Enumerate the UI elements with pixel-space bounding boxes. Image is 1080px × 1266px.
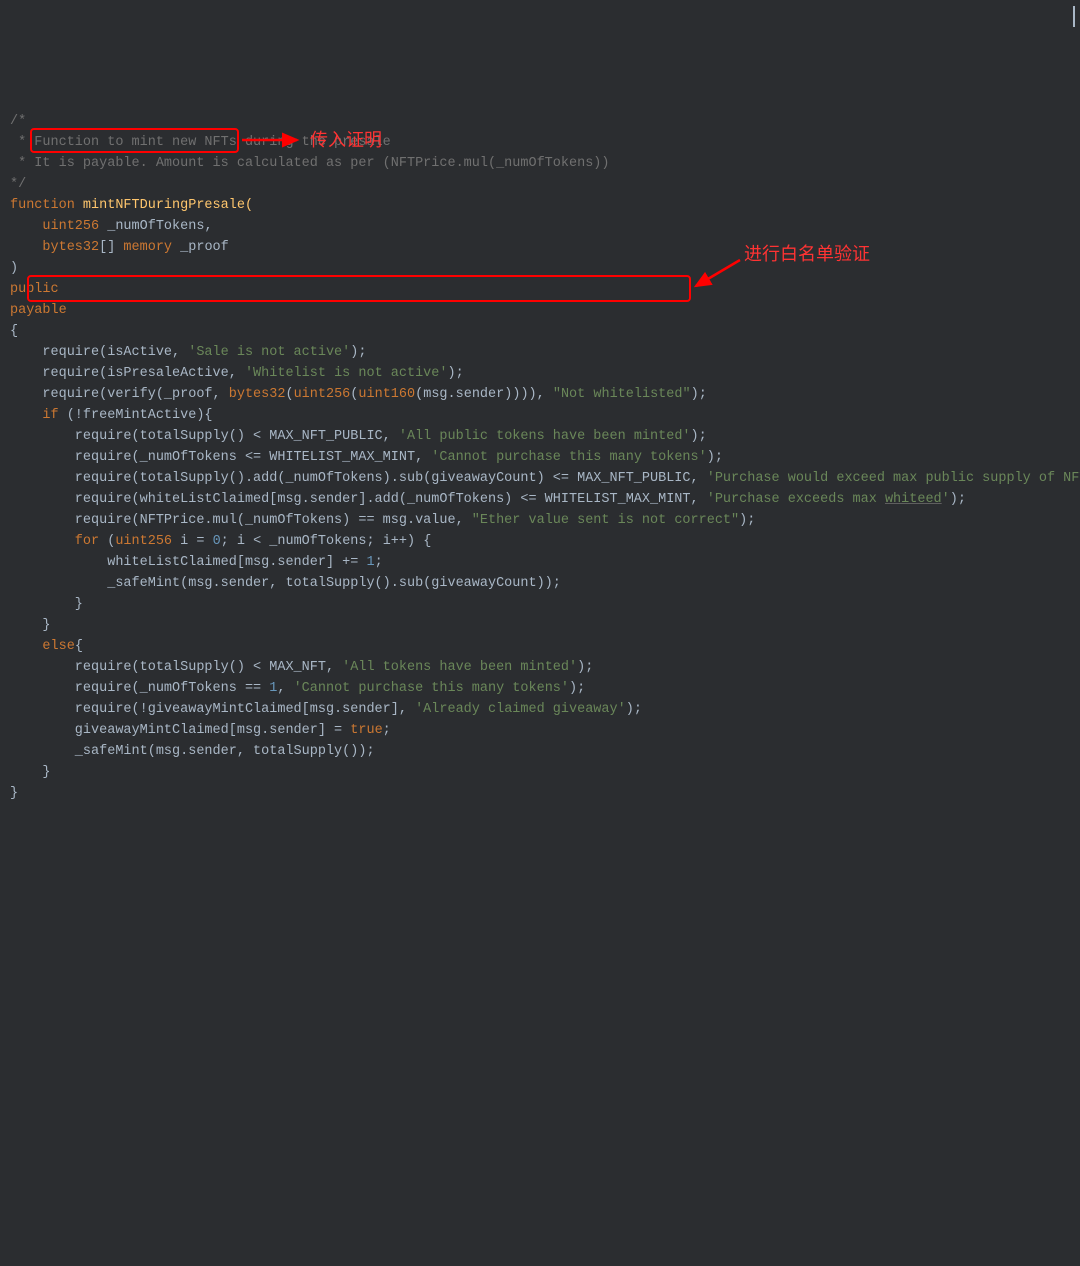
paren: ( — [285, 387, 293, 402]
comma: , — [277, 681, 293, 696]
require-call: require(isActive, — [10, 345, 188, 360]
paren: ( — [99, 534, 115, 549]
param-numoftokens: _numOfTokens, — [99, 219, 212, 234]
type-uint256: uint256 — [10, 219, 99, 234]
keyword-for: for — [10, 534, 99, 549]
code-line: function mintNFTDuringPresale( — [10, 198, 253, 213]
comment-line: * Function to mint new NFTs during the p… — [10, 135, 391, 150]
code-line: bytes32[] memory _proof — [10, 240, 229, 255]
code-line: require(!giveawayMintClaimed[msg.sender]… — [10, 702, 642, 717]
code-line: giveawayMintClaimed[msg.sender] = true; — [10, 723, 391, 738]
brackets: [] — [99, 240, 115, 255]
keyword-payable: payable — [10, 303, 67, 318]
safemint-call: _safeMint(msg.sender, totalSupply().sub(… — [10, 576, 561, 591]
comment-block-start: /* — [10, 114, 26, 129]
close: ); — [950, 492, 966, 507]
close: ); — [448, 366, 464, 381]
loop-cond: ; i < _numOfTokens; i++) { — [221, 534, 432, 549]
code-line: require(whiteListClaimed[msg.sender].add… — [10, 492, 966, 507]
code-line: else{ — [10, 639, 83, 654]
close-brace: } — [10, 786, 18, 801]
type-cast: uint160 — [358, 387, 415, 402]
string-literal: 'Purchase would exceed max public supply… — [707, 471, 1080, 486]
number-literal: 0 — [213, 534, 221, 549]
keyword-else: else — [10, 639, 75, 654]
code-line: require(isActive, 'Sale is not active'); — [10, 345, 366, 360]
code-editor[interactable]: /* * Function to mint new NFTs during th… — [10, 90, 1070, 804]
string-literal: 'Purchase exceeds max — [707, 492, 885, 507]
string-literal: 'Whitelist is not active' — [245, 366, 448, 381]
code-line: whiteListClaimed[msg.sender] += 1; — [10, 555, 383, 570]
typo-word: whiteed — [885, 492, 942, 507]
code-line: require(totalSupply() < MAX_NFT, 'All to… — [10, 660, 593, 675]
string-literal: 'Sale is not active' — [188, 345, 350, 360]
require-call: require(!giveawayMintClaimed[msg.sender]… — [10, 702, 415, 717]
close-paren: ) — [10, 261, 18, 276]
condition: (!freeMintActive){ — [59, 408, 213, 423]
require-call: require(_numOfTokens <= WHITELIST_MAX_MI… — [10, 450, 431, 465]
semicolon: ; — [375, 555, 383, 570]
safemint-call: _safeMint(msg.sender, totalSupply()); — [10, 744, 375, 759]
close-brace: } — [10, 618, 51, 633]
close: ); — [626, 702, 642, 717]
close-brace: } — [10, 765, 51, 780]
assignment: giveawayMintClaimed[msg.sender] = — [10, 723, 350, 738]
code-line: require(totalSupply() < MAX_NFT_PUBLIC, … — [10, 429, 707, 444]
type-bytes32: bytes32 — [10, 240, 99, 255]
keyword-if: if — [10, 408, 59, 423]
code-line: if (!freeMintActive){ — [10, 408, 213, 423]
string-literal: 'All tokens have been minted' — [342, 660, 577, 675]
require-call: require(isPresaleActive, — [10, 366, 245, 381]
code-line: require(_numOfTokens <= WHITELIST_MAX_MI… — [10, 450, 723, 465]
string-literal: 'Cannot purchase this many tokens' — [294, 681, 569, 696]
type-cast: uint256 — [294, 387, 351, 402]
close: ); — [707, 450, 723, 465]
require-call: require(totalSupply() < MAX_NFT_PUBLIC, — [10, 429, 399, 444]
semicolon: ; — [383, 723, 391, 738]
require-call: require(whiteListClaimed[msg.sender].add… — [10, 492, 707, 507]
open-brace: { — [75, 639, 83, 654]
number-literal: 1 — [366, 555, 374, 570]
code-line: require(_numOfTokens == 1, 'Cannot purch… — [10, 681, 585, 696]
close: ); — [691, 429, 707, 444]
param-proof: _proof — [172, 240, 229, 255]
loop-init: i = — [172, 534, 213, 549]
editor-caret — [1073, 6, 1075, 27]
code-line: require(totalSupply().add(_numOfTokens).… — [10, 471, 1080, 486]
keyword-memory: memory — [115, 240, 172, 255]
type-cast: bytes32 — [229, 387, 286, 402]
require-call: require(_numOfTokens == — [10, 681, 269, 696]
require-verify: require(verify(_proof, — [10, 387, 229, 402]
close: ); — [739, 513, 755, 528]
require-call: require(totalSupply() < MAX_NFT, — [10, 660, 342, 675]
comment-block-end: */ — [10, 177, 26, 192]
comment-line: * It is payable. Amount is calculated as… — [10, 156, 610, 171]
close: ); — [350, 345, 366, 360]
string-literal: 'Cannot purchase this many tokens' — [431, 450, 706, 465]
code-line: require(NFTPrice.mul(_numOfTokens) == ms… — [10, 513, 755, 528]
string-literal: "Ether value sent is not correct" — [472, 513, 739, 528]
code-line: require(isPresaleActive, 'Whitelist is n… — [10, 366, 464, 381]
type-uint256: uint256 — [115, 534, 172, 549]
close: ); — [691, 387, 707, 402]
require-call: require(totalSupply().add(_numOfTokens).… — [10, 471, 707, 486]
keyword-public: public — [10, 282, 59, 297]
string-literal: 'Already claimed giveaway' — [415, 702, 626, 717]
code-line: require(verify(_proof, bytes32(uint256(u… — [10, 387, 707, 402]
open-brace: { — [10, 324, 18, 339]
require-call: require(NFTPrice.mul(_numOfTokens) == ms… — [10, 513, 472, 528]
string-end: ' — [942, 492, 950, 507]
code-line: uint256 _numOfTokens, — [10, 219, 213, 234]
keyword-function: function — [10, 198, 75, 213]
close: ); — [569, 681, 585, 696]
assignment: whiteListClaimed[msg.sender] += — [10, 555, 366, 570]
close-brace: } — [10, 597, 83, 612]
code-line: for (uint256 i = 0; i < _numOfTokens; i+… — [10, 534, 431, 549]
msg-sender: (msg.sender)))), — [415, 387, 553, 402]
close: ); — [577, 660, 593, 675]
string-literal: 'All public tokens have been minted' — [399, 429, 691, 444]
function-name: mintNFTDuringPresale( — [75, 198, 253, 213]
string-literal: "Not whitelisted" — [553, 387, 691, 402]
boolean-true: true — [350, 723, 382, 738]
